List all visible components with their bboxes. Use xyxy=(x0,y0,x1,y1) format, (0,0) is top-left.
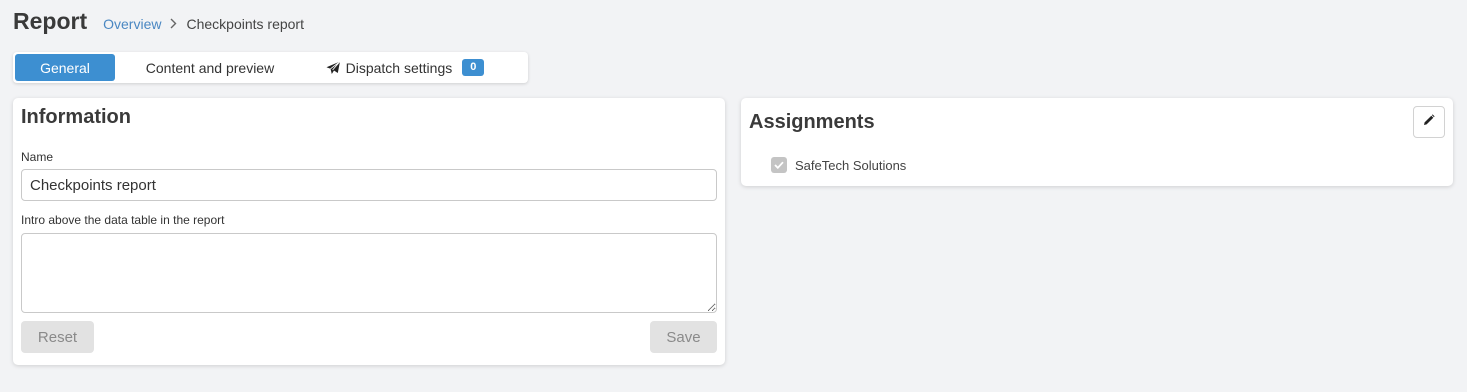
information-card: Information Name Intro above the data ta… xyxy=(13,98,725,365)
tab-general[interactable]: General xyxy=(15,54,115,81)
chevron-right-icon xyxy=(170,17,177,32)
tab-content-and-preview[interactable]: Content and preview xyxy=(115,54,305,81)
tab-label: General xyxy=(40,59,90,76)
save-button[interactable]: Save xyxy=(650,321,717,353)
name-input[interactable] xyxy=(21,169,717,201)
tab-bar: General Content and preview Dispatch set… xyxy=(13,52,528,83)
information-title: Information xyxy=(21,106,131,128)
tab-label: Content and preview xyxy=(145,59,275,76)
assignment-item: SafeTech Solutions xyxy=(771,157,906,173)
name-label: Name xyxy=(21,150,54,164)
tab-dispatch-settings[interactable]: Dispatch settings 0 xyxy=(305,54,505,81)
intro-textarea[interactable] xyxy=(21,233,717,313)
paper-plane-icon xyxy=(326,60,341,75)
assignments-card: Assignments SafeTech Solutions xyxy=(741,98,1453,186)
page-header: Report Overview Checkpoints report xyxy=(13,8,304,35)
assignment-label: SafeTech Solutions xyxy=(795,157,907,173)
assignment-checkbox[interactable] xyxy=(771,157,787,173)
count-badge: 0 xyxy=(462,59,485,76)
breadcrumb-current: Checkpoints report xyxy=(186,16,304,32)
page-title: Report xyxy=(13,8,88,34)
breadcrumb-overview-link[interactable]: Overview xyxy=(103,16,161,32)
tab-label: Dispatch settings xyxy=(345,59,453,76)
pencil-icon xyxy=(1423,113,1435,131)
assignments-title: Assignments xyxy=(749,111,875,133)
reset-button[interactable]: Reset xyxy=(21,321,94,353)
edit-assignments-button[interactable] xyxy=(1413,106,1445,138)
breadcrumb: Overview Checkpoints report xyxy=(103,16,304,32)
check-icon xyxy=(774,161,784,169)
intro-label: Intro above the data table in the report xyxy=(21,213,225,227)
